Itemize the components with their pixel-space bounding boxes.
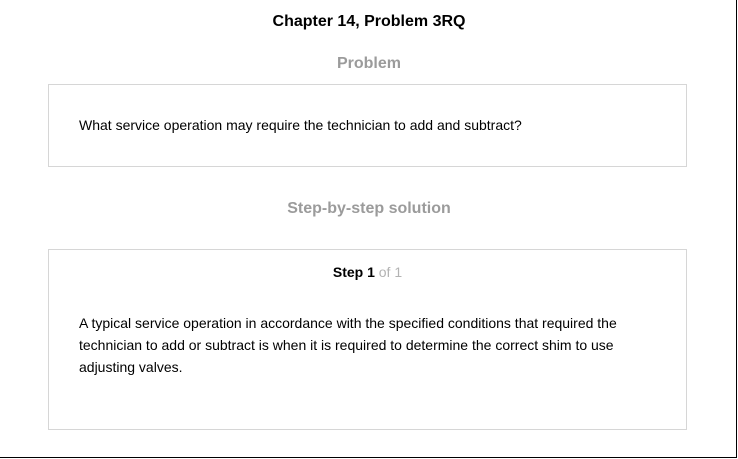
solution-heading: Step-by-step solution xyxy=(287,200,451,217)
step-label: Step 1 xyxy=(332,264,375,280)
problem-heading: Problem xyxy=(336,55,401,72)
problem-text: What service operation may require the t… xyxy=(79,117,522,133)
solution-text: A typical service operation in accordanc… xyxy=(79,315,617,375)
step-count: of 1 xyxy=(378,264,403,280)
solution-card: Step 1 of 1 A typical service operation … xyxy=(48,249,687,430)
problem-card: What service operation may require the t… xyxy=(48,84,687,167)
page-title: Chapter 14, Problem 3RQ xyxy=(272,13,466,30)
step-header: Step 1 of 1 xyxy=(49,263,686,281)
